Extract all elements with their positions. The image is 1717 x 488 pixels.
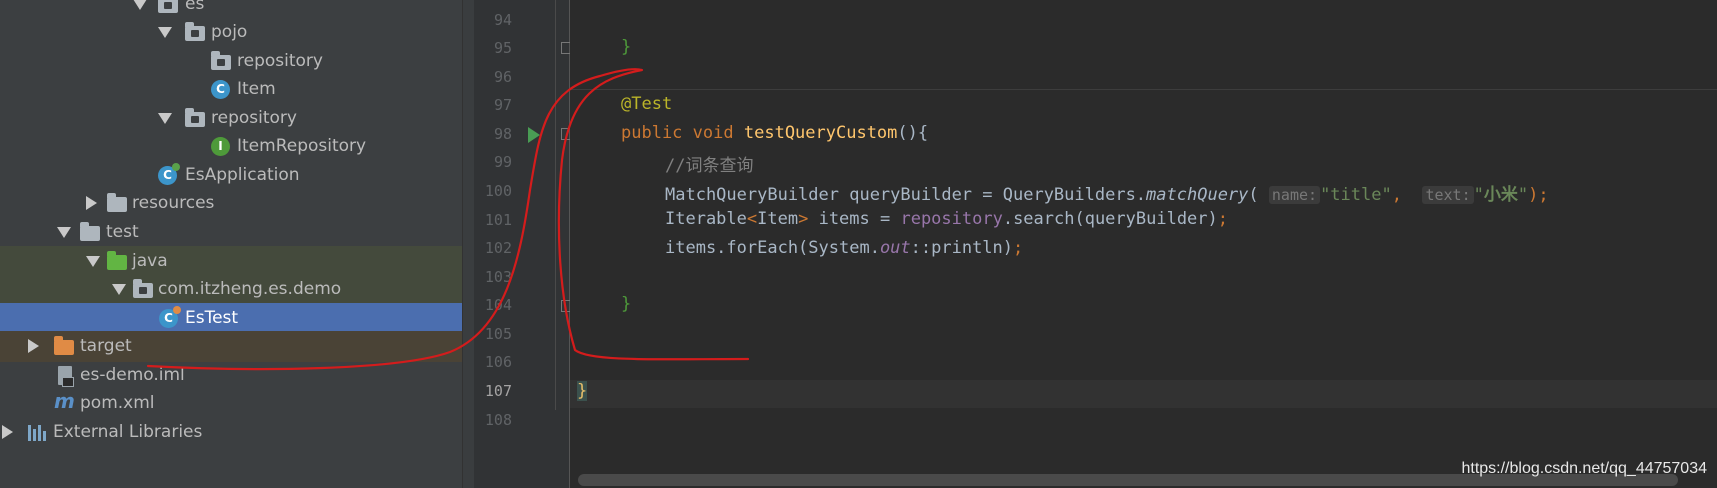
red-annotation-stroke bbox=[146, 68, 750, 371]
watermark-url: https://blog.csdn.net/qq_44757034 bbox=[1461, 460, 1707, 477]
